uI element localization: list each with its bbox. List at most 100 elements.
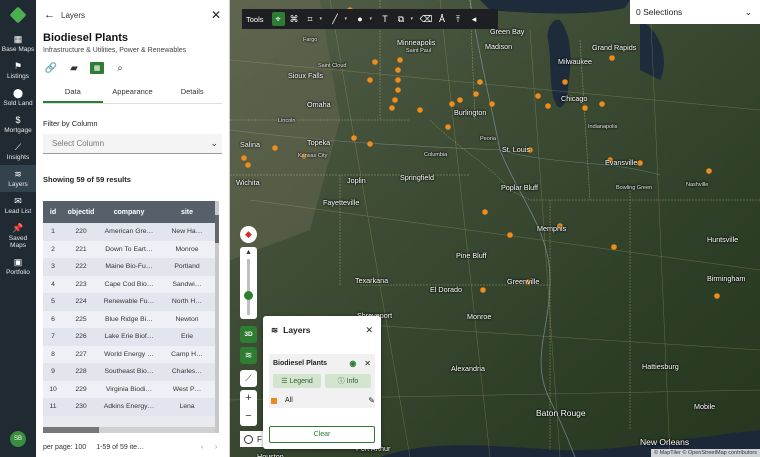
copy-tool-icon[interactable]: ⧉	[395, 12, 408, 26]
back-label[interactable]: Layers	[61, 11, 211, 20]
plant-marker[interactable]	[562, 79, 568, 85]
collapse-toolbar-icon[interactable]: ◂	[468, 12, 481, 26]
plant-marker[interactable]	[535, 93, 541, 99]
plant-marker[interactable]	[417, 107, 423, 113]
copy-tool-chevron-icon[interactable]: ▾	[411, 16, 417, 22]
tab-data[interactable]: Data	[43, 83, 103, 103]
lasso-tool-icon[interactable]: ⌘	[288, 12, 301, 26]
plant-marker[interactable]	[489, 101, 495, 107]
plant-marker[interactable]	[480, 287, 486, 293]
rail-item-base-maps[interactable]: ▦ Base Maps	[0, 30, 36, 57]
table-row[interactable]: 5 224 Renewable Fu… North H…	[43, 293, 215, 311]
legend-button[interactable]: ☰ Legend	[273, 374, 321, 388]
table-icon[interactable]: ▦	[90, 62, 104, 74]
tab-appearance[interactable]: Appearance	[103, 83, 163, 103]
plant-marker[interactable]	[477, 79, 483, 85]
rail-item-saved-maps[interactable]: 📌 Saved Maps	[0, 219, 36, 253]
plant-marker[interactable]	[482, 209, 488, 215]
compass-icon[interactable]: ◆	[240, 226, 257, 243]
edit-pencil-icon[interactable]: ✎	[368, 396, 375, 405]
plant-marker[interactable]	[272, 145, 278, 151]
table-row[interactable]: 3 222 Maine Bio-Fu… Portland	[43, 258, 215, 276]
next-page-button[interactable]: ›	[209, 444, 223, 451]
app-logo[interactable]	[0, 0, 36, 30]
zoom-slider[interactable]: ▲	[240, 247, 257, 319]
text-tool-icon[interactable]: T	[379, 12, 392, 26]
plant-marker[interactable]	[611, 244, 617, 250]
plant-marker[interactable]	[706, 168, 712, 174]
clear-button[interactable]: Clear	[269, 426, 375, 443]
plant-marker[interactable]	[389, 105, 395, 111]
column-header-site[interactable]: site	[159, 201, 215, 223]
table-row[interactable]: 11 230 Adkins Energy… Lena	[43, 398, 215, 416]
rail-item-listings[interactable]: ⚑ Listings	[0, 57, 36, 84]
prev-page-button[interactable]: ‹	[195, 444, 209, 451]
plant-marker[interactable]	[449, 101, 455, 107]
plant-marker[interactable]	[372, 59, 378, 65]
column-select[interactable]: Select Column ⌄	[43, 134, 222, 154]
table-row[interactable]: 9 228 Southeast Bio… Charles…	[43, 363, 215, 381]
column-header-id[interactable]: id	[43, 201, 63, 223]
plant-marker[interactable]	[545, 103, 551, 109]
layers-toggle-icon[interactable]: ≋	[240, 347, 257, 364]
table-row[interactable]: 6 225 Blue Ridge Bi… Newton	[43, 310, 215, 328]
table-row[interactable]: 8 227 World Energy … Camp H…	[43, 345, 215, 363]
plant-marker[interactable]	[609, 55, 615, 61]
back-arrow-icon[interactable]: ←	[44, 9, 55, 21]
table-row[interactable]: 7 226 Lake Erie Biof… Erie	[43, 328, 215, 346]
rail-item-lead-list[interactable]: ✉ Lead List	[0, 192, 36, 219]
plant-marker[interactable]	[245, 162, 251, 168]
rail-item-insights[interactable]: ⟋ Insights	[0, 138, 36, 165]
rail-item-mortgage[interactable]: $ Mortgage	[0, 111, 36, 138]
plant-marker[interactable]	[351, 135, 357, 141]
per-page-select[interactable]: per page: 100	[43, 444, 86, 451]
tilt-up-icon[interactable]: ▲	[245, 249, 252, 256]
add-folder-icon[interactable]: ▰	[67, 62, 81, 74]
plant-marker[interactable]	[395, 67, 401, 73]
zoom-out-button[interactable]: −	[240, 408, 257, 426]
3d-toggle-button[interactable]: 3D	[240, 326, 257, 343]
plant-marker[interactable]	[395, 87, 401, 93]
select-tool-icon[interactable]: ⌖	[271, 12, 285, 26]
upload-tool-icon[interactable]: ⤒	[452, 12, 465, 26]
rail-item-sold-land[interactable]: ⬤ Sold Land	[0, 84, 36, 111]
table-row[interactable]: 2 221 Down To Eart… Monroe	[43, 240, 215, 258]
close-icon[interactable]: ✕	[211, 8, 221, 22]
plant-marker[interactable]	[367, 141, 373, 147]
eraser-tool-icon[interactable]: ⌫	[420, 12, 433, 26]
plant-marker[interactable]	[599, 101, 605, 107]
measure-tool-icon[interactable]: Å	[436, 12, 449, 26]
line-tool-chevron-icon[interactable]: ▾	[345, 16, 351, 22]
plant-marker[interactable]	[367, 77, 373, 83]
plant-marker[interactable]	[241, 155, 247, 161]
visibility-eye-icon[interactable]: ◉	[349, 359, 356, 368]
search-icon[interactable]: ⌕	[113, 62, 127, 74]
line-tool-icon[interactable]: ╱	[329, 12, 342, 26]
plant-marker[interactable]	[457, 97, 463, 103]
plant-marker[interactable]	[507, 232, 513, 238]
marker-tool-chevron-icon[interactable]: ▾	[370, 16, 376, 22]
plant-marker[interactable]	[582, 105, 588, 111]
table-row[interactable]: 10 229 Virginia Biodi… West P…	[43, 380, 215, 398]
shape-tool-chevron-icon[interactable]: ▾	[320, 16, 326, 22]
zoom-in-button[interactable]: +	[240, 390, 257, 408]
table-row[interactable]: 4 223 Cape Cod Bio… Sandwi…	[43, 275, 215, 293]
close-icon[interactable]: ✕	[365, 325, 373, 336]
selections-dropdown[interactable]: 0 Selections ⌄	[630, 0, 760, 24]
avatar[interactable]: SB	[10, 431, 26, 447]
rail-item-layers[interactable]: ≋ Layers	[0, 165, 36, 192]
info-button[interactable]: ⓘ Info	[325, 374, 371, 388]
plant-marker[interactable]	[445, 124, 451, 130]
table-row[interactable]: 1 220 American Gre… New Ha…	[43, 223, 215, 241]
plant-marker[interactable]	[473, 91, 479, 97]
link-icon[interactable]: 🔗	[44, 62, 58, 74]
marker-tool-icon[interactable]: ●	[354, 12, 367, 26]
plant-marker[interactable]	[397, 57, 403, 63]
remove-layer-icon[interactable]: ✕	[364, 359, 371, 368]
table-vertical-scrollbar[interactable]	[215, 201, 219, 433]
tab-details[interactable]: Details	[162, 83, 222, 103]
rail-item-portfolio[interactable]: ▣ Portfolio	[0, 253, 36, 280]
plant-marker[interactable]	[395, 77, 401, 83]
shape-tool-icon[interactable]: ⌗	[304, 12, 317, 26]
plant-marker[interactable]	[637, 160, 643, 166]
